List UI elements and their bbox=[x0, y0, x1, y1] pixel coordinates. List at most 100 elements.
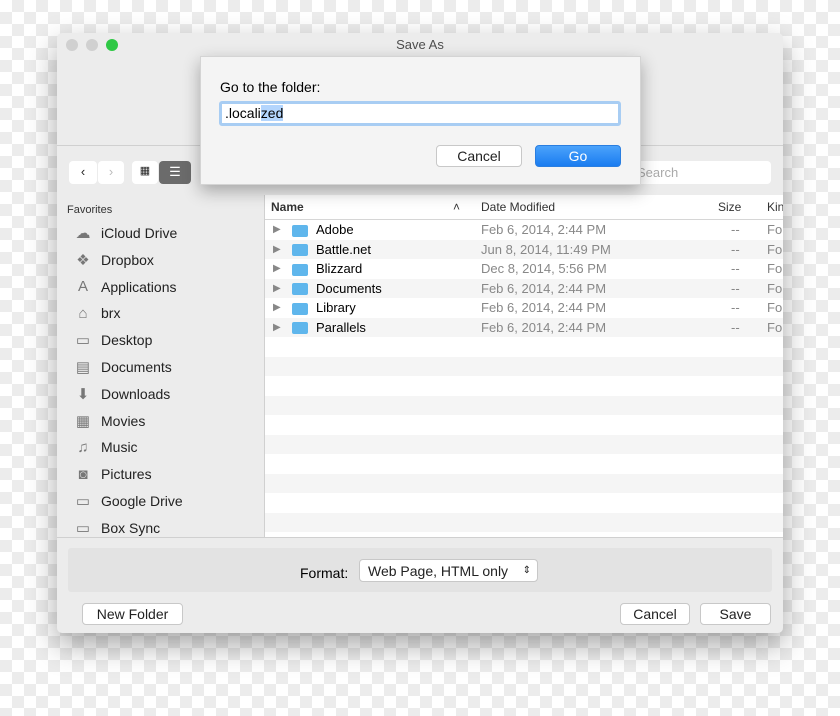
documents-icon: ▤ bbox=[75, 359, 91, 376]
desktop-icon: ▭ bbox=[75, 332, 91, 350]
sidebar-item-label: Documents bbox=[101, 359, 172, 375]
sidebar-item[interactable]: A Applications bbox=[73, 276, 177, 298]
empty-row bbox=[265, 473, 783, 493]
kind: Folder bbox=[767, 280, 783, 296]
sidebar-item[interactable]: ▭ Desktop bbox=[73, 329, 152, 351]
file-name: Blizzard bbox=[292, 259, 362, 279]
disclosure-triangle-icon[interactable]: ▶ bbox=[273, 318, 281, 338]
forward-button[interactable]: › bbox=[98, 161, 124, 184]
sidebar-item-label: Movies bbox=[101, 412, 146, 429]
sidebar-item-label: Applications bbox=[101, 278, 177, 295]
column-size[interactable]: Size bbox=[718, 200, 741, 214]
empty-row bbox=[265, 434, 783, 454]
date-modified: Feb 6, 2014, 2:44 PM bbox=[481, 222, 607, 237]
folder-icon bbox=[292, 283, 308, 296]
size: -- bbox=[731, 300, 740, 315]
sort-ascending-icon[interactable]: ˄ bbox=[453, 200, 460, 214]
file-name: Parallels bbox=[292, 318, 366, 338]
format-select[interactable]: Web Page, HTML only ⇕ bbox=[359, 559, 538, 582]
size: -- bbox=[731, 261, 740, 276]
music-icon: ♫ bbox=[77, 438, 89, 456]
column-kind[interactable]: Kind bbox=[767, 200, 783, 214]
table-row[interactable]: ▶ Adobe Feb 6, 2014, 2:44 PM -- Folder bbox=[265, 220, 783, 240]
sidebar-item-label: Google Drive bbox=[101, 493, 183, 509]
table-row[interactable]: ▶ Documents Feb 6, 2014, 2:44 PM -- Fold… bbox=[265, 278, 783, 299]
table-row[interactable]: ▶ Library Feb 6, 2014, 2:44 PM -- Folder bbox=[265, 298, 783, 318]
go-to-folder-dialog: Go to the folder: .localized Cancel Go bbox=[200, 56, 641, 185]
empty-row bbox=[265, 356, 783, 376]
sidebar: Favorites ☁ iCloud Drive ❖ Dropbox A Applicat… bbox=[57, 195, 265, 537]
back-button[interactable]: ‹ bbox=[69, 161, 97, 184]
path-text: .locali bbox=[225, 105, 261, 121]
empty-row bbox=[265, 395, 783, 415]
table-row[interactable]: ▶ Battle.net Jun 8, 2014, 11:49 PM -- Fo… bbox=[265, 239, 783, 260]
empty-row bbox=[265, 415, 783, 435]
table-row[interactable]: ▶ Parallels Feb 6, 2014, 2:44 PM -- Fold… bbox=[265, 317, 783, 338]
sidebar-item[interactable]: ▦ Movies bbox=[73, 410, 145, 432]
downloads-icon: ⬇ bbox=[76, 385, 90, 403]
format-label: Format: bbox=[300, 565, 349, 581]
kind: Folder bbox=[767, 261, 783, 276]
date-modified: Feb 6, 2014, 2:44 PM bbox=[481, 280, 607, 296]
folder-icon bbox=[292, 224, 308, 237]
disclosure-triangle-icon[interactable]: ▶ bbox=[273, 220, 281, 240]
sidebar-item-label: Dropbox bbox=[101, 251, 154, 268]
kind: Folder bbox=[767, 241, 783, 257]
sidebar-item[interactable]: ▭ Box Sync bbox=[73, 517, 160, 539]
size: -- bbox=[731, 241, 740, 257]
sidebar-item[interactable]: ❖ Dropbox bbox=[73, 249, 154, 271]
sidebar-item-label: brx bbox=[101, 305, 121, 322]
size: -- bbox=[731, 319, 740, 335]
path-selection: zed bbox=[260, 105, 284, 121]
column-name[interactable]: Name bbox=[271, 200, 304, 214]
file-name: Documents bbox=[292, 279, 382, 299]
sidebar-item[interactable]: ⌂ brx bbox=[73, 302, 120, 324]
kind: Folder bbox=[767, 300, 783, 315]
sidebar-item[interactable]: ♫ Music bbox=[73, 436, 137, 458]
window-title: Save As bbox=[396, 37, 444, 52]
dialog-cancel-button[interactable]: Cancel bbox=[436, 145, 522, 167]
save-button[interactable]: Save bbox=[700, 603, 771, 625]
file-list: Name ˄ Date Modified Size Kind ▶ Adobe F… bbox=[265, 195, 783, 537]
folder-icon bbox=[292, 322, 308, 335]
empty-row bbox=[265, 376, 783, 396]
date-modified: Feb 6, 2014, 2:44 PM bbox=[481, 300, 607, 315]
sidebar-item[interactable]: ⬇ Downloads bbox=[73, 383, 171, 405]
sidebar-item[interactable]: ☁ iCloud Drive bbox=[73, 222, 178, 244]
file-name: Adobe bbox=[292, 220, 354, 240]
applications-icon: A bbox=[77, 278, 88, 296]
dropbox-icon: ❖ bbox=[76, 251, 90, 269]
sidebar-item-label: Downloads bbox=[101, 385, 171, 402]
folder-icon bbox=[292, 244, 308, 257]
file-name: Library bbox=[292, 298, 356, 318]
go-button[interactable]: Go bbox=[535, 145, 621, 167]
sidebar-heading: Favorites bbox=[67, 204, 113, 216]
new-folder-button[interactable]: New Folder bbox=[82, 603, 183, 625]
folder-path-input[interactable]: .localized bbox=[219, 101, 621, 126]
dialog-prompt: Go to the folder: bbox=[220, 79, 321, 95]
disclosure-triangle-icon[interactable]: ▶ bbox=[273, 279, 281, 299]
camera-icon: ◙ bbox=[78, 465, 88, 483]
cancel-button[interactable]: Cancel bbox=[620, 603, 690, 625]
disclosure-triangle-icon[interactable]: ▶ bbox=[273, 298, 281, 318]
home-icon: ⌂ bbox=[78, 304, 88, 322]
save-options: Format: Web Page, HTML only ⇕ New Folder … bbox=[57, 537, 783, 633]
list-view-button[interactable]: ☰ bbox=[159, 161, 191, 184]
kind: Folder bbox=[767, 222, 783, 237]
disclosure-triangle-icon[interactable]: ▶ bbox=[273, 240, 281, 260]
folder-icon: ▭ bbox=[75, 519, 91, 537]
sidebar-item[interactable]: ◙ Pictures bbox=[73, 463, 152, 485]
list-header: Name ˄ Date Modified Size Kind bbox=[265, 195, 783, 220]
sidebar-item[interactable]: ▭ Google Drive bbox=[73, 490, 183, 512]
empty-row bbox=[265, 454, 783, 474]
empty-row bbox=[265, 512, 783, 532]
table-row[interactable]: ▶ Blizzard Dec 8, 2014, 5:56 PM -- Folde… bbox=[265, 259, 783, 279]
column-date[interactable]: Date Modified bbox=[481, 200, 555, 214]
sidebar-item[interactable]: ▤ Documents bbox=[73, 356, 172, 378]
empty-row bbox=[265, 337, 783, 357]
icon-view-button[interactable]: ▦ bbox=[132, 161, 158, 184]
file-name: Battle.net bbox=[292, 240, 371, 260]
disclosure-triangle-icon[interactable]: ▶ bbox=[273, 259, 281, 279]
sidebar-item-label: Pictures bbox=[101, 466, 152, 483]
cloud-icon: ☁ bbox=[75, 225, 91, 242]
